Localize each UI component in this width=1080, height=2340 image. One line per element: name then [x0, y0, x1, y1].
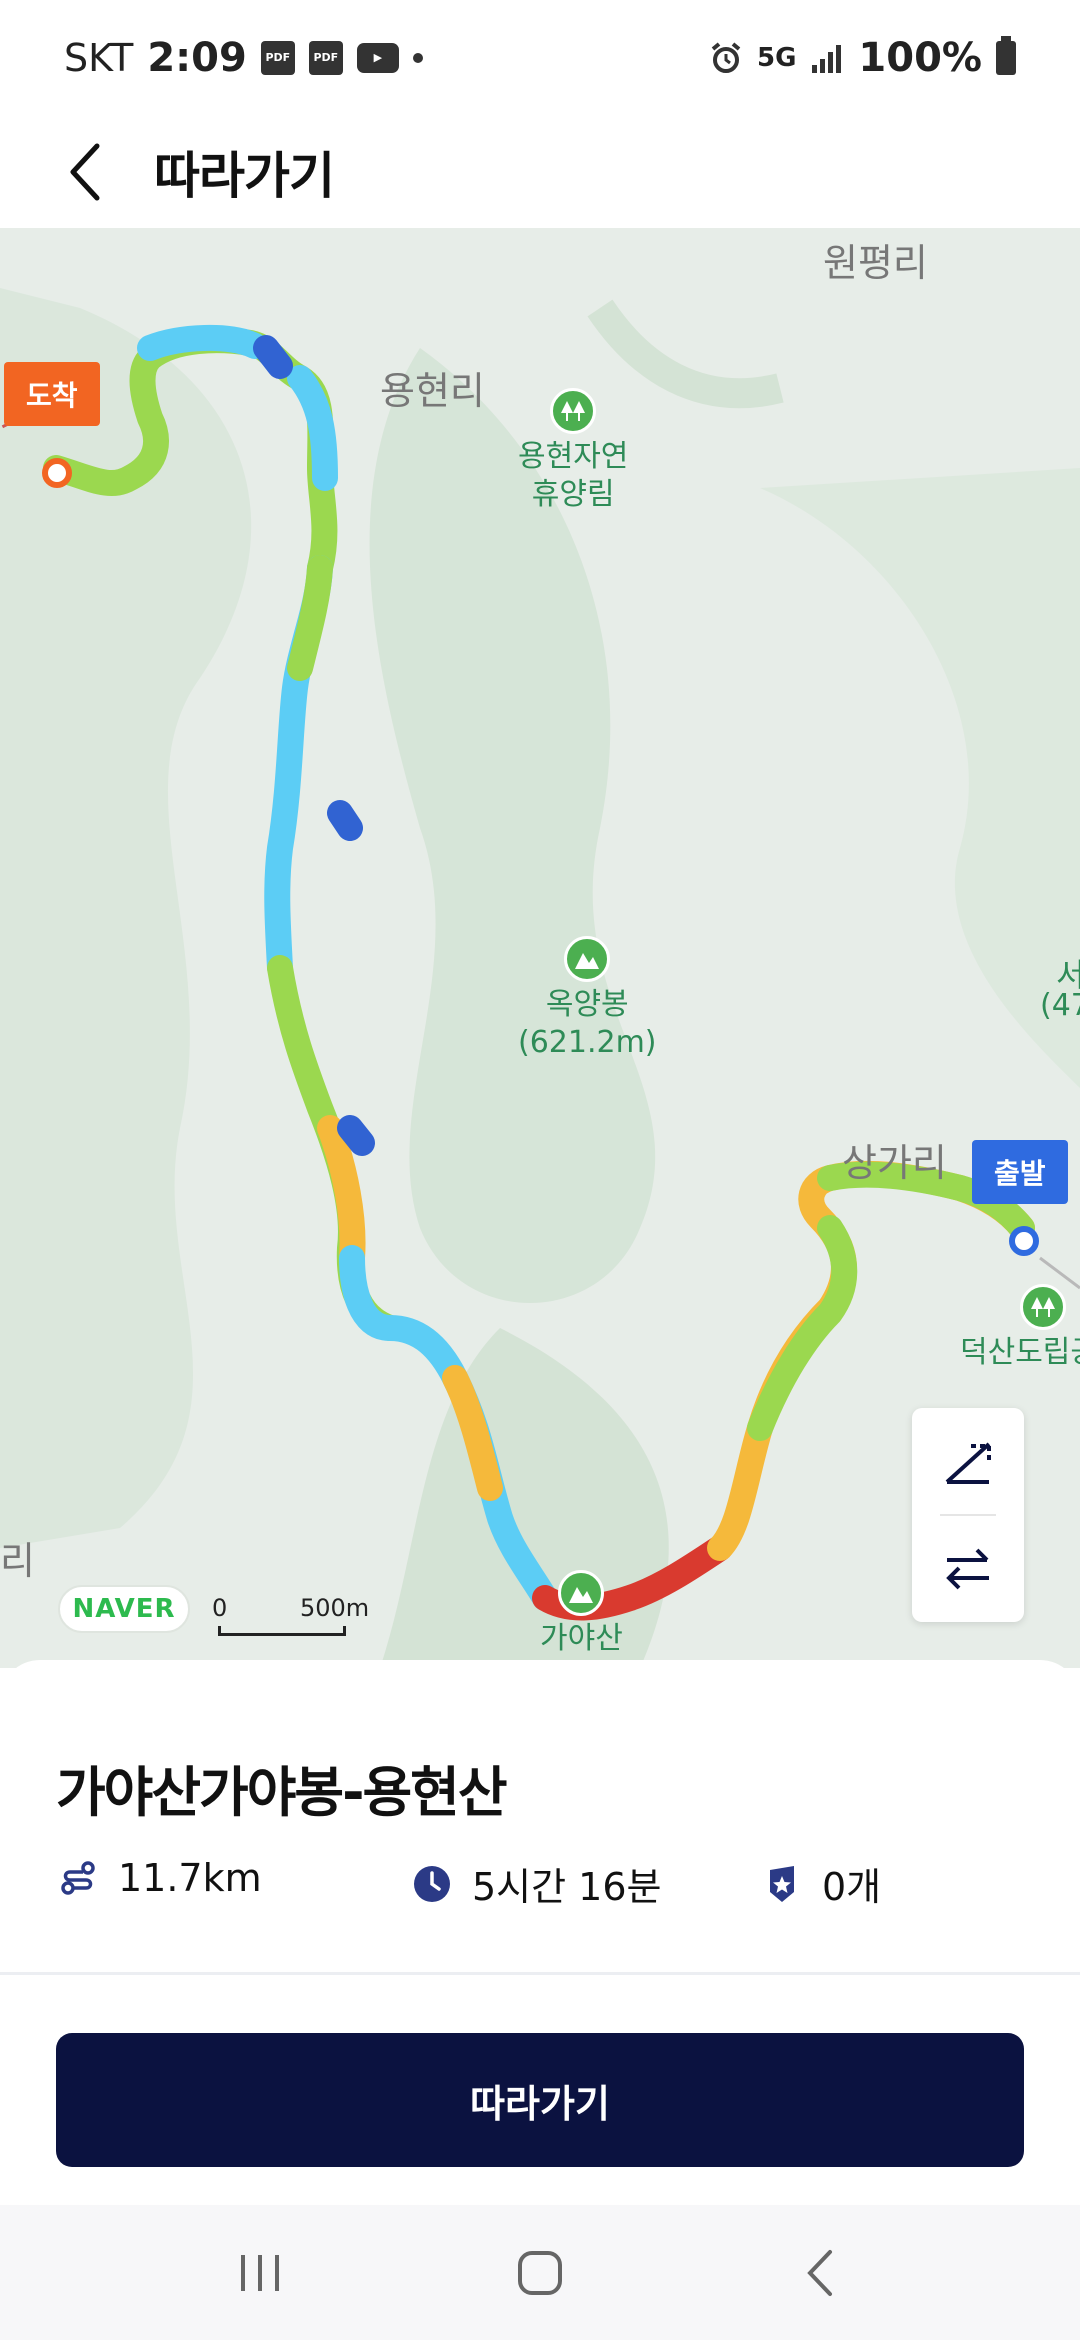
area-label: (47: [1040, 988, 1080, 1023]
distance-value: 11.7km: [118, 1856, 262, 1900]
route-slope-icon: [945, 1442, 991, 1484]
youtube-icon: ▶: [356, 42, 399, 73]
swap-direction-icon: [946, 1548, 989, 1590]
swap-direction-button[interactable]: [912, 1516, 1024, 1622]
poi-name: 가야산: [540, 1621, 623, 1656]
home-button[interactable]: [480, 2223, 600, 2323]
area-label: 원평리: [823, 241, 928, 285]
clock-icon: [410, 1862, 454, 1906]
area-label: 상가리: [842, 1141, 947, 1185]
distance-stat: 11.7km: [56, 1856, 262, 1900]
badge-star-icon: [760, 1862, 804, 1906]
pdf-icon: PDF: [308, 40, 343, 75]
time-stat: 5시간 16분: [410, 1856, 662, 1911]
page-title: 따라가기: [154, 146, 335, 205]
app-header: 따라가기: [0, 115, 1080, 228]
poi-marker[interactable]: 덕산도립공: [960, 1284, 1080, 1372]
area-label: 용현리: [380, 369, 485, 413]
arrive-dot-icon: [42, 458, 72, 488]
poi-marker[interactable]: 옥양봉 (621.2m): [518, 936, 657, 1062]
mountain-icon: [558, 1570, 605, 1616]
start-label: 출발: [994, 1157, 1046, 1190]
start-pin[interactable]: 출발: [972, 1140, 1068, 1204]
tree-icon: [550, 388, 597, 434]
course-stats: 11.7km 5시간 16분 0개: [56, 1856, 1036, 1916]
battery-icon: [996, 35, 1016, 75]
sheet-divider: [0, 1972, 1080, 1975]
battery-percent: 100%: [858, 34, 982, 81]
status-bar: SKT 2:09 PDF PDF ▶ 5G 100%: [0, 0, 1080, 115]
poi-name: (621.2m): [518, 1025, 657, 1060]
network-type: 5G: [756, 42, 797, 73]
follow-button[interactable]: 따라가기: [56, 2033, 1024, 2167]
slope-toggle-button[interactable]: [912, 1408, 1024, 1514]
poi-name: 옥양봉: [545, 987, 629, 1022]
back-icon: [807, 2249, 832, 2296]
arrive-pin[interactable]: 도착: [4, 362, 100, 426]
dot-icon: [412, 52, 423, 63]
map-controls: [912, 1408, 1024, 1622]
carrier-label: SKT: [64, 35, 134, 80]
tree-icon: [1020, 1284, 1066, 1330]
area-label: 리: [0, 1539, 35, 1583]
map-view[interactable]: 원평리 용현리 상가리 서 (47 리 용현자연 휴양림 옥양봉 (621.2m…: [0, 228, 1080, 1668]
poi-marker[interactable]: 용현자연 휴양림: [518, 388, 628, 514]
scale-zero: 0: [212, 1594, 228, 1622]
home-icon: [518, 2250, 562, 2295]
scale-bar: [218, 1626, 346, 1636]
poi-name: 휴양림: [531, 477, 615, 512]
recent-apps-button[interactable]: [200, 2223, 320, 2323]
recent-apps-icon: [241, 2254, 279, 2291]
status-left: SKT 2:09 PDF PDF ▶: [64, 35, 709, 81]
back-button[interactable]: [30, 115, 140, 228]
start-dot-icon: [1009, 1226, 1039, 1256]
chevron-left-icon: [70, 143, 100, 200]
map-scale: 0 500m: [212, 1594, 369, 1638]
system-nav-bar: [0, 2205, 1080, 2340]
badge-count: 0개: [822, 1865, 882, 1909]
mountain-icon: [564, 936, 611, 982]
course-title: 가야산가야봉-용현산: [56, 1761, 508, 1824]
poi-marker[interactable]: 가야산: [540, 1570, 623, 1658]
system-back-button[interactable]: [760, 2223, 880, 2323]
signal-icon: [812, 44, 842, 73]
poi-name: 덕산도립공: [960, 1335, 1080, 1370]
status-right: 5G 100%: [709, 35, 1016, 81]
badge-stat: 0개: [760, 1856, 881, 1911]
poi-name: 용현자연: [518, 439, 629, 474]
scale-value: 500m: [300, 1594, 370, 1622]
naver-logo: NAVER: [58, 1585, 190, 1633]
time-value: 5시간 16분: [472, 1865, 662, 1909]
alarm-icon: [711, 41, 741, 73]
pdf-icon: PDF: [260, 40, 295, 75]
status-time: 2:09: [147, 34, 247, 81]
route-distance-icon: [56, 1856, 100, 1900]
arrive-label: 도착: [26, 379, 78, 412]
